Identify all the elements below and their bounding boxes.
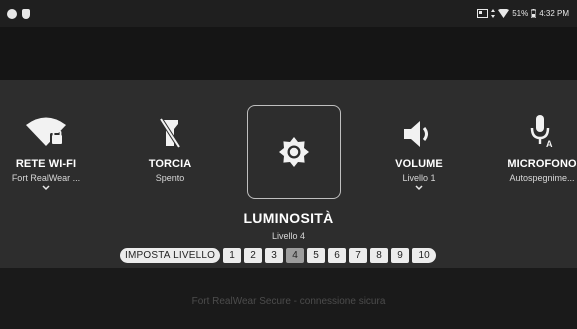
chevron-down-icon[interactable] bbox=[0, 185, 98, 191]
wifi-tile[interactable]: RETE WI-FI Fort RealWear ... bbox=[0, 80, 98, 191]
flashlight-tile[interactable]: TORCIA Spento bbox=[118, 80, 222, 183]
svg-text:A: A bbox=[546, 139, 553, 148]
notification-dot-icon bbox=[7, 8, 17, 19]
level-2-button[interactable]: 2 bbox=[244, 248, 263, 263]
clock: 4:32 PM bbox=[539, 9, 569, 18]
flashlight-tile-status: Spento bbox=[155, 173, 185, 183]
microphone-auto-icon: A bbox=[490, 108, 577, 148]
volume-tile-label: VOLUME bbox=[395, 158, 443, 170]
level-6-button[interactable]: 6 bbox=[328, 248, 347, 263]
wifi-lock-icon bbox=[0, 108, 98, 148]
quick-settings-panel: RETE WI-FI Fort RealWear ... TORCIA Spen… bbox=[0, 80, 577, 268]
set-level-label: IMPOSTA LIVELLO bbox=[120, 248, 221, 263]
brightness-icon bbox=[279, 137, 309, 167]
battery-percent: 51% bbox=[512, 9, 529, 18]
security-notification-icon bbox=[22, 8, 30, 19]
volume-tile[interactable]: VOLUME Livello 1 bbox=[367, 80, 471, 191]
status-right: 51% 4:32 PM bbox=[477, 0, 569, 27]
level-1-button[interactable]: 1 bbox=[223, 248, 242, 263]
flashlight-off-icon bbox=[118, 108, 222, 148]
volume-tile-status: Livello 1 bbox=[402, 173, 436, 183]
brightness-title: LUMINOSITÀ bbox=[243, 210, 334, 226]
level-4-button[interactable]: 4 bbox=[286, 248, 305, 263]
battery-icon bbox=[531, 9, 537, 18]
background-top bbox=[0, 27, 577, 80]
cast-icon bbox=[477, 9, 489, 18]
brightness-tile[interactable] bbox=[247, 105, 341, 199]
data-transfer-icon bbox=[491, 9, 496, 18]
chevron-down-icon[interactable] bbox=[367, 185, 471, 191]
level-10-button[interactable]: 10 bbox=[412, 248, 437, 263]
brightness-level: Livello 4 bbox=[271, 231, 306, 241]
status-bar: 51% 4:32 PM bbox=[0, 0, 577, 27]
flashlight-tile-label: TORCIA bbox=[148, 158, 192, 170]
level-9-button[interactable]: 9 bbox=[391, 248, 410, 263]
wifi-tile-status: Fort RealWear ... bbox=[11, 173, 81, 183]
microphone-tile-status: Autospegnime... bbox=[509, 173, 575, 183]
wifi-icon bbox=[498, 9, 510, 18]
microphone-tile[interactable]: A MICROFONO Autospegnime... bbox=[490, 80, 577, 183]
level-3-button[interactable]: 3 bbox=[265, 248, 284, 263]
microphone-tile-label: MICROFONO bbox=[507, 158, 577, 170]
level-7-button[interactable]: 7 bbox=[349, 248, 368, 263]
level-5-button[interactable]: 5 bbox=[307, 248, 326, 263]
background-footer-text: Fort RealWear Secure - connessione sicur… bbox=[191, 296, 386, 307]
volume-icon bbox=[367, 108, 471, 148]
status-left bbox=[7, 8, 30, 19]
level-8-button[interactable]: 8 bbox=[370, 248, 389, 263]
wifi-tile-label: RETE WI-FI bbox=[15, 158, 77, 170]
brightness-level-selector: IMPOSTA LIVELLO 1 2 3 4 5 6 7 8 9 10 bbox=[120, 247, 437, 264]
